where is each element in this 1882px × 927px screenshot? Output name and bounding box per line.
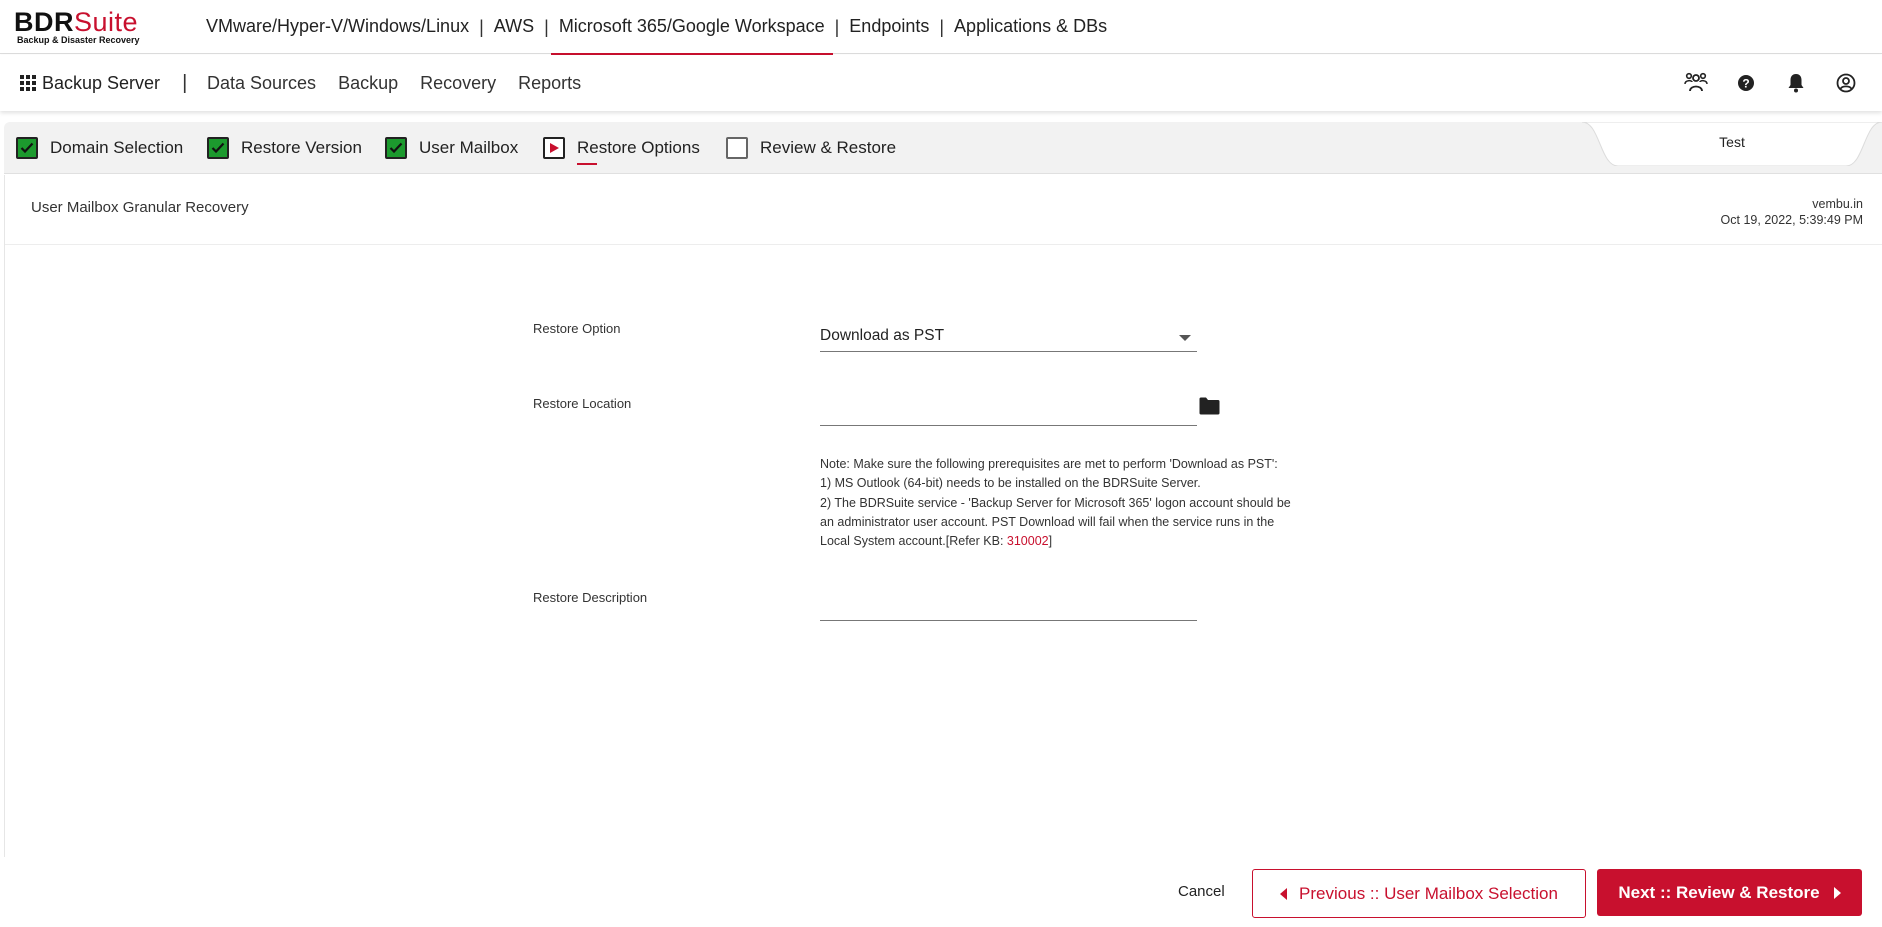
sub-nav-data-sources[interactable]: Data Sources	[207, 73, 316, 94]
note-line-prefix: Local System account.[Refer KB:	[820, 534, 1007, 549]
top-nav-endpoints[interactable]: Endpoints	[841, 0, 937, 54]
domain-name: vembu.in	[1812, 197, 1863, 211]
step-restore-options[interactable]: Restore Options	[543, 122, 700, 174]
users-icon[interactable]	[1684, 71, 1708, 95]
header-icons: ?	[1658, 55, 1858, 111]
tab-test-label: Test	[1719, 134, 1745, 150]
top-nav: VMware/Hyper-V/Windows/Linux | AWS | Mic…	[198, 0, 1115, 55]
top-bar: BDRSuite Backup & Disaster Recovery VMwa…	[0, 0, 1882, 55]
note-line: Note: Make sure the following prerequisi…	[820, 457, 1278, 471]
secondary-bar: Backup Server | Data Sources Backup Reco…	[0, 55, 1882, 111]
top-nav-applications[interactable]: Applications & DBs	[946, 0, 1115, 54]
sub-nav-reports[interactable]: Reports	[518, 73, 581, 94]
sub-nav-backup[interactable]: Backup	[338, 73, 398, 94]
checkbox-checked-icon	[207, 137, 229, 159]
svg-text:?: ?	[1742, 77, 1749, 91]
step-label: Review & Restore	[760, 138, 897, 157]
previous-button-label: Previous :: User Mailbox Selection	[1299, 883, 1558, 903]
server-selector[interactable]: Backup Server |	[20, 55, 187, 111]
logo-tagline: Backup & Disaster Recovery	[17, 35, 140, 45]
note-line: 2) The BDRSuite service - 'Backup Server…	[820, 495, 1291, 510]
nav-separator: |	[939, 16, 945, 37]
top-nav-aws[interactable]: AWS	[486, 0, 542, 54]
play-icon	[543, 137, 565, 159]
prerequisite-note: Note: Make sure the following prerequisi…	[820, 455, 1340, 551]
checkbox-checked-icon	[16, 137, 38, 159]
page-title: User Mailbox Granular Recovery	[31, 199, 249, 216]
step-label: Restore Options	[577, 138, 700, 165]
server-label: Backup Server	[42, 72, 161, 93]
wizard-steps: Domain Selection Restore Version User Ma…	[4, 122, 1882, 174]
restore-option-value: Download as PST	[820, 327, 945, 344]
logo-text-bold: BDR	[14, 7, 74, 37]
previous-button[interactable]: Previous :: User Mailbox Selection	[1252, 869, 1586, 918]
folder-icon[interactable]	[1199, 397, 1220, 420]
logo-text-light: Suite	[74, 7, 139, 37]
bell-icon[interactable]	[1784, 71, 1808, 95]
step-label: User Mailbox	[419, 138, 519, 157]
step-user-mailbox[interactable]: User Mailbox	[385, 122, 518, 174]
server-divider: |	[182, 71, 188, 94]
restore-description-input[interactable]	[820, 597, 1197, 621]
content-header: User Mailbox Granular Recovery vembu.in …	[5, 175, 1882, 245]
kb-link[interactable]: 310002	[1007, 534, 1049, 548]
step-domain-selection[interactable]: Domain Selection	[16, 122, 183, 174]
note-line-suffix: ]	[1048, 534, 1053, 549]
timestamp: Oct 19, 2022, 5:39:49 PM	[1720, 213, 1863, 227]
step-review-restore[interactable]: Review & Restore	[726, 122, 896, 174]
nav-separator: |	[834, 16, 840, 37]
user-icon[interactable]	[1834, 71, 1858, 95]
chevron-down-icon	[1179, 335, 1191, 341]
sub-nav: Data Sources Backup Recovery Reports	[196, 55, 592, 111]
cancel-button[interactable]: Cancel	[1178, 883, 1225, 900]
next-button-label: Next :: Review & Restore	[1618, 882, 1820, 902]
note-line: Local System account.[Refer KB: 310002]	[820, 532, 1340, 551]
apps-grid-icon[interactable]	[20, 75, 36, 91]
bdrsuite-logo[interactable]: BDRSuite Backup & Disaster Recovery	[14, 8, 140, 45]
restore-option-select[interactable]: Download as PST	[820, 327, 1197, 352]
checkbox-checked-icon	[385, 137, 407, 159]
caret-left-icon	[1280, 887, 1288, 900]
step-label: Restore Version	[241, 138, 362, 157]
note-line: 1) MS Outlook (64-bit) needs to be insta…	[820, 476, 1201, 491]
step-label: Domain Selection	[50, 138, 184, 157]
tab-test[interactable]: Test	[1582, 122, 1882, 166]
top-nav-microsoft-365[interactable]: Microsoft 365/Google Workspace	[550, 0, 833, 55]
nav-separator: |	[479, 16, 484, 37]
help-icon[interactable]: ?	[1734, 71, 1758, 95]
note-line: an administrator user account. PST Downl…	[820, 514, 1275, 529]
next-button[interactable]: Next :: Review & Restore	[1597, 869, 1862, 916]
top-nav-vmware[interactable]: VMware/Hyper-V/Windows/Linux	[198, 0, 477, 54]
restore-description-label: Restore Description	[533, 590, 648, 605]
restore-location-input[interactable]	[820, 402, 1197, 426]
nav-separator: |	[544, 16, 549, 37]
caret-right-icon	[1833, 886, 1841, 899]
restore-option-label: Restore Option	[533, 321, 621, 336]
sub-nav-recovery[interactable]: Recovery	[420, 73, 496, 94]
restore-location-label: Restore Location	[533, 396, 632, 411]
step-restore-version[interactable]: Restore Version	[207, 122, 362, 174]
checkbox-empty-icon	[726, 137, 748, 159]
page-meta: vembu.in Oct 19, 2022, 5:39:49 PM	[1721, 196, 1863, 228]
